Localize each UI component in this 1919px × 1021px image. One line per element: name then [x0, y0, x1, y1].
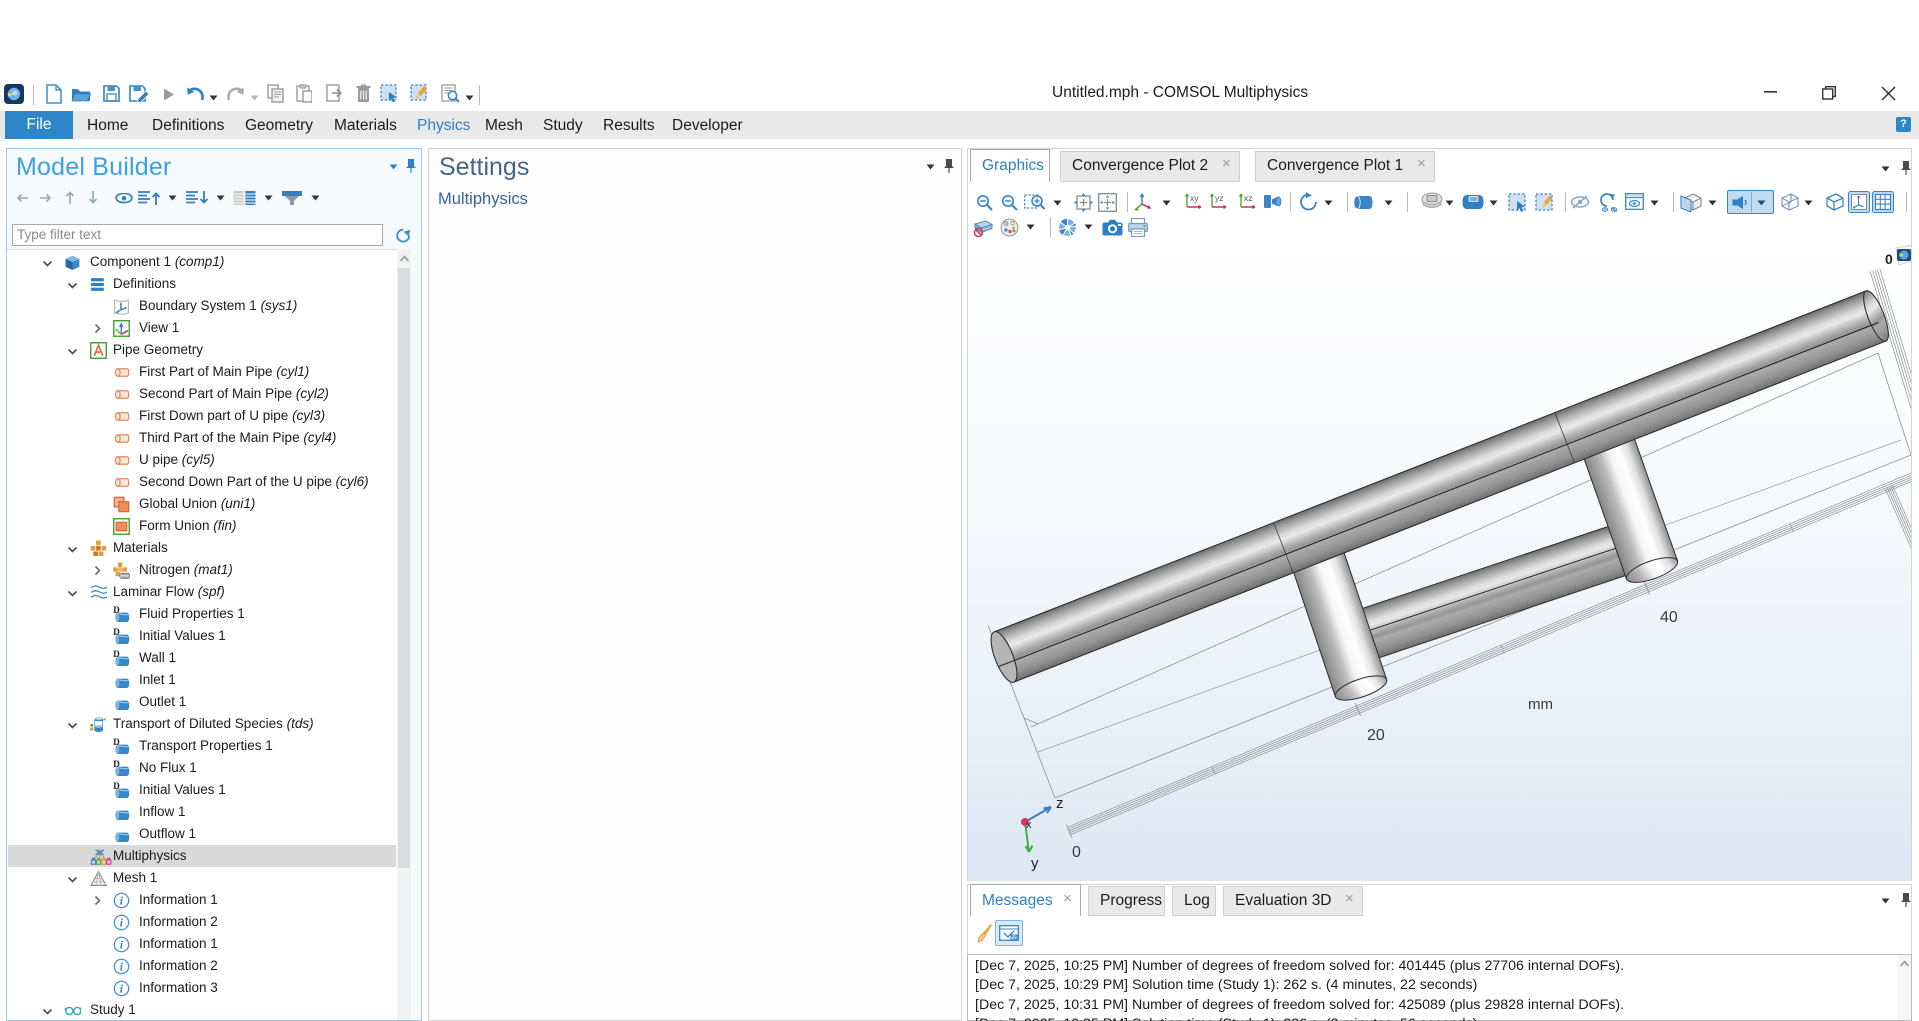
svg-text:D: D [113, 650, 120, 659]
svg-text:0: 0 [1885, 251, 1893, 267]
svg-text:yz: yz [1215, 193, 1224, 203]
svg-text:y: y [1031, 855, 1039, 872]
svg-text:D: D [113, 738, 120, 747]
svg-text:0: 0 [1072, 844, 1081, 861]
svg-text:D: D [113, 628, 120, 637]
svg-text:D: D [113, 606, 120, 615]
svg-text:D: D [113, 760, 120, 769]
svg-text:xy: xy [1190, 193, 1199, 203]
svg-text:D: D [113, 782, 120, 791]
svg-text:40: 40 [1660, 609, 1678, 626]
svg-text:x: x [1026, 819, 1032, 831]
svg-text:mm: mm [1528, 696, 1553, 713]
svg-text:20: 20 [1367, 727, 1385, 744]
svg-text:z: z [1056, 795, 1064, 812]
svg-text:xz: xz [1244, 193, 1253, 203]
